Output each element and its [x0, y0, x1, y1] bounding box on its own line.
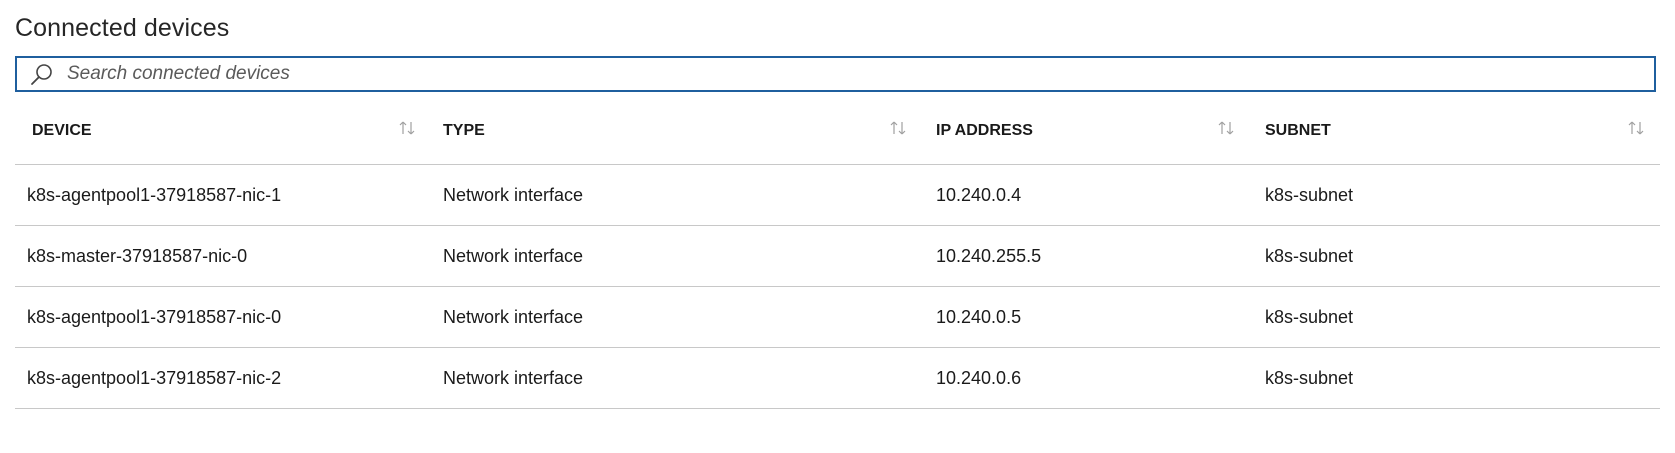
sort-arrows-icon[interactable]: [887, 120, 909, 136]
cell-device: k8s-agentpool1-37918587-nic-1: [27, 184, 282, 205]
table-row[interactable]: k8s-master-37918587-nic-0 Network interf…: [15, 226, 1660, 287]
cell-type: Network interface: [443, 367, 584, 388]
table-row[interactable]: k8s-agentpool1-37918587-nic-1 Network in…: [15, 165, 1660, 226]
cell-type: Network interface: [443, 306, 584, 327]
cell-ip-address: 10.240.0.4: [936, 184, 1022, 205]
cell-subnet: k8s-subnet: [1265, 245, 1354, 266]
cell-ip-address: 10.240.255.5: [936, 245, 1042, 266]
cell-ip-address: 10.240.0.5: [936, 306, 1022, 327]
devices-table: DEVICE TYPE IP ADDRESS SUBNET k8s-agentp…: [15, 98, 1660, 409]
cell-device: k8s-master-37918587-nic-0: [27, 245, 248, 266]
column-header-type[interactable]: TYPE: [443, 98, 485, 164]
cell-device: k8s-agentpool1-37918587-nic-0: [27, 306, 282, 327]
sort-arrows-icon[interactable]: [1215, 120, 1237, 136]
search-icon: [27, 59, 57, 89]
cell-subnet: k8s-subnet: [1265, 306, 1354, 327]
column-header-ip-address[interactable]: IP ADDRESS: [936, 98, 1033, 164]
table-row[interactable]: k8s-agentpool1-37918587-nic-2 Network in…: [15, 348, 1660, 409]
cell-subnet: k8s-subnet: [1265, 367, 1354, 388]
cell-ip-address: 10.240.0.6: [936, 367, 1022, 388]
table-row[interactable]: k8s-agentpool1-37918587-nic-0 Network in…: [15, 287, 1660, 348]
column-header-device[interactable]: DEVICE: [32, 98, 92, 164]
page-title: Connected devices: [15, 14, 230, 42]
cell-device: k8s-agentpool1-37918587-nic-2: [27, 367, 282, 388]
cell-subnet: k8s-subnet: [1265, 184, 1354, 205]
cell-type: Network interface: [443, 184, 584, 205]
connected-devices-page: Connected devices DEVICE TYPE: [0, 0, 1675, 453]
search-box[interactable]: [15, 56, 1656, 92]
search-input[interactable]: [65, 59, 1654, 89]
sort-arrows-icon[interactable]: [1625, 120, 1647, 136]
sort-arrows-icon[interactable]: [396, 120, 418, 136]
cell-type: Network interface: [443, 245, 584, 266]
column-header-subnet[interactable]: SUBNET: [1265, 98, 1331, 164]
table-header: DEVICE TYPE IP ADDRESS SUBNET: [15, 98, 1660, 165]
